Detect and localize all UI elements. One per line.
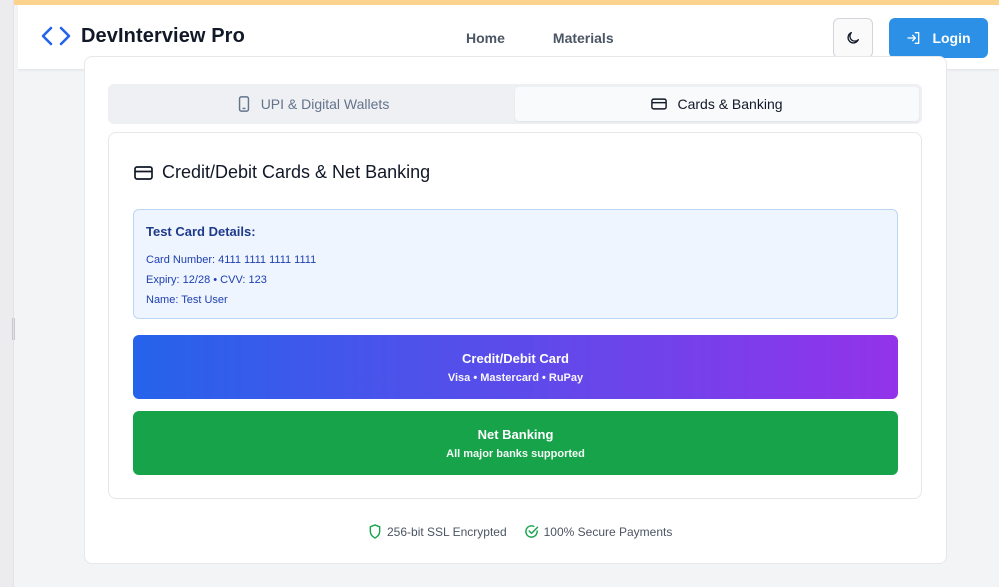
moon-icon (845, 30, 861, 46)
test-card-expiry-cvv: Expiry: 12/28 • CVV: 123 (146, 274, 267, 286)
cards-banking-card: Credit/Debit Cards & Net Banking Test Ca… (108, 132, 922, 499)
login-label: Login (932, 30, 971, 46)
check-circle-icon (524, 524, 539, 539)
theme-toggle-button[interactable] (833, 18, 873, 58)
test-card-number: Card Number: 4111 1111 1111 1111 (146, 254, 317, 266)
section-title: Credit/Debit Cards & Net Banking (134, 162, 430, 183)
option-subtitle: Visa • Mastercard • RuPay (447, 371, 584, 384)
badge-label: 100% Secure Payments (543, 524, 673, 539)
credit-debit-card-button[interactable]: Credit/Debit Card Visa • Mastercard • Ru… (133, 335, 898, 399)
login-button[interactable]: Login (889, 18, 988, 58)
option-title: Credit/Debit Card (462, 350, 569, 366)
test-card-name: Name: Test User (146, 294, 228, 306)
credit-card-icon (651, 98, 668, 110)
code-brackets-icon (40, 24, 72, 48)
login-arrow-icon (906, 30, 922, 46)
ssl-badge: 256-bit SSL Encrypted (368, 524, 507, 539)
nav-materials-link[interactable]: Materials (553, 30, 614, 46)
window-left-rail (0, 0, 15, 587)
payment-method-tabs: UPI & Digital Wallets Cards & Banking (108, 84, 922, 124)
resize-handle[interactable] (12, 318, 15, 340)
nav-home-link[interactable]: Home (466, 30, 505, 46)
smartphone-icon (237, 96, 251, 112)
security-badges: 256-bit SSL Encrypted 100% Secure Paymen… (368, 524, 672, 539)
badge-label: 256-bit SSL Encrypted (387, 524, 507, 539)
tab-label: UPI & Digital Wallets (260, 96, 390, 112)
net-banking-button[interactable]: Net Banking All major banks supported (133, 411, 898, 475)
section-title-text: Credit/Debit Cards & Net Banking (162, 162, 431, 182)
tab-label: Cards & Banking (677, 96, 783, 112)
brand[interactable]: DevInterview Pro (40, 24, 245, 48)
test-card-title: Test Card Details: (146, 224, 256, 239)
tab-cards-banking[interactable]: Cards & Banking (515, 87, 919, 121)
tab-upi-wallets[interactable]: UPI & Digital Wallets (111, 87, 515, 121)
brand-name: DevInterview Pro (81, 24, 245, 47)
secure-payments-badge: 100% Secure Payments (524, 524, 673, 539)
main-nav: Home Materials (466, 30, 614, 46)
credit-card-icon (134, 165, 153, 180)
option-title: Net Banking (477, 426, 554, 442)
shield-icon (368, 524, 382, 539)
option-subtitle: All major banks supported (446, 447, 585, 460)
test-card-details: Test Card Details: Card Number: 4111 111… (133, 209, 898, 319)
